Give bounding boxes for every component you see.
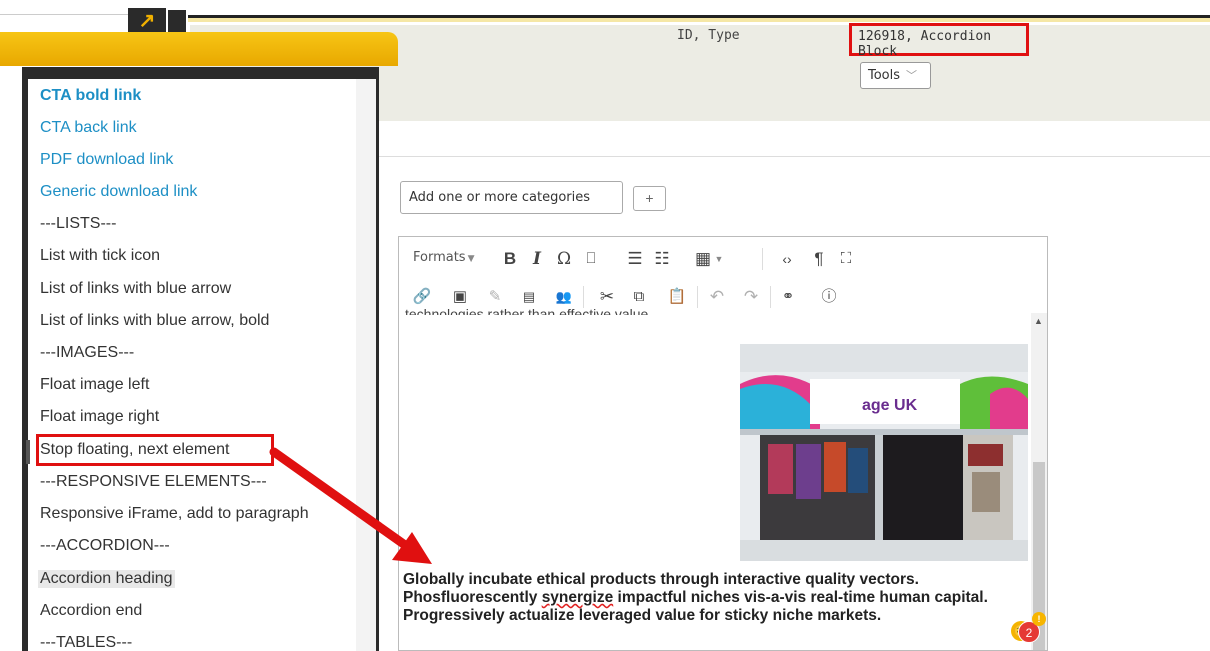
image-brand-text: age UK bbox=[862, 397, 918, 414]
menu-item-list-tick-icon[interactable]: List with tick icon bbox=[40, 247, 160, 265]
header-accent-line bbox=[188, 15, 1210, 22]
bookmark-icon[interactable]: ⎕ bbox=[580, 249, 602, 269]
chevron-down-icon: ﹀ bbox=[906, 69, 918, 82]
styles-panel-header bbox=[0, 32, 398, 66]
id-type-value: 126918, Accordion Block bbox=[849, 23, 1029, 59]
separator bbox=[697, 286, 698, 308]
separator bbox=[762, 248, 763, 270]
bullet-list-icon[interactable]: ☰ bbox=[624, 249, 646, 269]
menu-item-cta-bold-link[interactable]: CTA bold link bbox=[40, 87, 141, 105]
shop-photo[interactable]: age UK bbox=[740, 344, 1028, 561]
scroll-up-icon[interactable]: ▲ bbox=[1034, 316, 1044, 326]
menu-item-cta-back-link[interactable]: CTA back link bbox=[40, 119, 137, 137]
code-icon[interactable]: ‹› bbox=[776, 249, 798, 269]
styles-menu-scrollbar[interactable] bbox=[356, 79, 376, 651]
menu-item-accordion-end[interactable]: Accordion end bbox=[40, 602, 142, 620]
id-type-label: ID, Type bbox=[677, 28, 740, 43]
omega-icon[interactable]: Ω bbox=[553, 249, 575, 269]
menu-item-float-left[interactable]: Float image left bbox=[40, 376, 149, 394]
paste-icon[interactable]: 📋 bbox=[666, 287, 688, 307]
arrow-icon[interactable]: ↗ bbox=[128, 8, 166, 34]
table-caret-icon: ▼ bbox=[714, 254, 724, 264]
warning-dot-icon: ! bbox=[1032, 612, 1046, 626]
tools-label: Tools bbox=[868, 68, 901, 83]
find-replace-icon[interactable]: ⚭ bbox=[777, 287, 799, 307]
separator bbox=[770, 286, 771, 308]
selection-marker bbox=[26, 440, 30, 464]
divider bbox=[0, 14, 128, 15]
misspelled-word[interactable]: synergize bbox=[542, 589, 614, 606]
clipped-text-line: technologies rather than effective value… bbox=[405, 306, 653, 315]
menu-heading-accordion: ---ACCORDION--- bbox=[40, 537, 170, 554]
category-input[interactable]: Add one or more categories bbox=[400, 181, 623, 214]
redo-icon[interactable]: ↷ bbox=[740, 287, 762, 307]
italic-icon[interactable]: I bbox=[526, 249, 548, 269]
formats-label: Formats bbox=[413, 250, 466, 265]
menu-item-responsive-iframe[interactable]: Responsive iFrame, add to paragraph bbox=[40, 505, 309, 523]
menu-item-float-right[interactable]: Float image right bbox=[40, 408, 159, 426]
menu-heading-lists: ---LISTS--- bbox=[40, 215, 117, 232]
pilcrow-icon[interactable]: ¶ bbox=[808, 249, 830, 269]
menu-item-list-blue-arrow-bold[interactable]: List of links with blue arrow, bold bbox=[40, 312, 269, 330]
menu-item-generic-download-link[interactable]: Generic download link bbox=[40, 183, 197, 201]
bold-icon[interactable]: B bbox=[499, 249, 521, 269]
formats-dropdown[interactable]: Formats ▼ bbox=[413, 250, 475, 265]
undo-icon[interactable]: ↶ bbox=[706, 287, 728, 307]
menu-item-accordion-heading[interactable]: Accordion heading bbox=[38, 570, 175, 588]
menu-item-list-blue-arrow[interactable]: List of links with blue arrow bbox=[40, 280, 231, 298]
editor-paragraph[interactable]: Globally incubate ethical products throu… bbox=[403, 571, 1033, 625]
menu-item-pdf-download-link[interactable]: PDF download link bbox=[40, 151, 173, 169]
help-icon[interactable]: ⓘ bbox=[818, 287, 840, 307]
fullscreen-icon[interactable]: ⛶ bbox=[835, 249, 857, 269]
caret-down-icon: ▼ bbox=[467, 254, 475, 264]
tools-dropdown[interactable]: Tools ﹀ bbox=[860, 62, 931, 89]
numbered-list-icon[interactable]: ☷ bbox=[651, 249, 673, 269]
menu-heading-responsive: ---RESPONSIVE ELEMENTS--- bbox=[40, 473, 267, 490]
add-category-button[interactable]: + bbox=[633, 186, 666, 211]
toolbar-divider-block bbox=[168, 10, 186, 34]
menu-heading-images: ---IMAGES--- bbox=[40, 344, 135, 361]
menu-heading-tables: ---TABLES--- bbox=[40, 634, 133, 651]
highlight-box bbox=[36, 434, 274, 466]
